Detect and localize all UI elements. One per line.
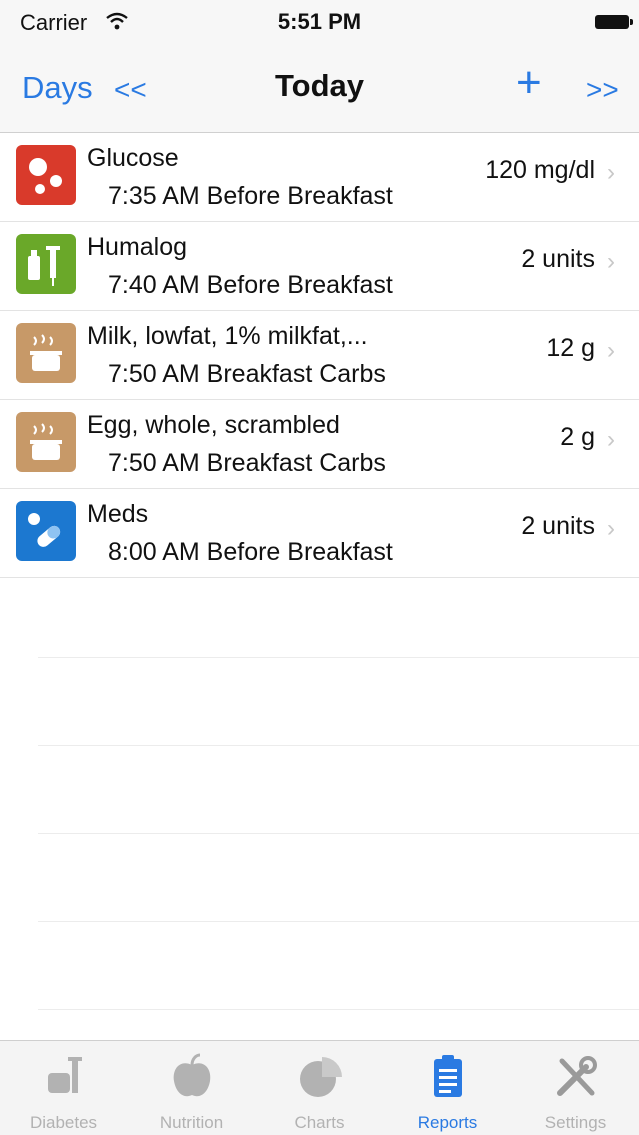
next-day-button[interactable]: >> — [586, 74, 619, 106]
clipboard-icon — [434, 1055, 462, 1097]
tab-diabetes[interactable]: Diabetes — [0, 1041, 127, 1135]
tab-nutrition[interactable]: Nutrition — [128, 1041, 255, 1135]
food-pot-icon — [16, 323, 76, 383]
chevron-right-icon: › — [607, 515, 615, 542]
empty-row-separator — [38, 833, 639, 834]
pie-chart-icon — [300, 1057, 342, 1097]
entry-value: 12 g — [546, 334, 595, 362]
entry-title: Humalog — [87, 233, 188, 261]
list-item[interactable]: Egg, whole, scrambled 7:50 AM Breakfast … — [0, 400, 639, 489]
empty-row-separator — [38, 1009, 639, 1010]
entry-title: Milk, lowfat, 1% milkfat,... — [87, 322, 368, 350]
tab-settings[interactable]: Settings — [512, 1041, 639, 1135]
diabetes-icon — [48, 1057, 82, 1093]
entry-value: 120 mg/dl — [485, 156, 595, 184]
chevron-right-icon: › — [607, 337, 615, 364]
entry-subtitle: 7:50 AM Breakfast Carbs — [108, 360, 386, 388]
entry-subtitle: 7:50 AM Breakfast Carbs — [108, 449, 386, 477]
list-item[interactable]: Humalog 7:40 AM Before Breakfast 2 units… — [0, 222, 639, 311]
tab-label: Settings — [544, 1113, 607, 1132]
status-time: 5:51 PM — [277, 9, 362, 34]
pills-icon — [16, 501, 76, 561]
chevron-right-icon: › — [607, 248, 615, 275]
insulin-icon — [16, 234, 76, 294]
entry-title: Glucose — [87, 144, 179, 172]
list-item[interactable]: Meds 8:00 AM Before Breakfast 2 units › — [0, 489, 639, 578]
food-pot-icon — [16, 412, 76, 472]
add-entry-button[interactable]: + — [516, 58, 542, 108]
chevron-right-icon: › — [607, 426, 615, 453]
empty-row-separator — [38, 745, 639, 746]
tab-charts[interactable]: Charts — [256, 1041, 383, 1135]
status-bar: Carrier 5:51 PM — [0, 0, 639, 44]
list-item[interactable]: Milk, lowfat, 1% milkfat,... 7:50 AM Bre… — [0, 311, 639, 400]
entry-value: 2 units — [521, 245, 595, 273]
entry-subtitle: 7:35 AM Before Breakfast — [108, 182, 393, 210]
battery-icon — [595, 15, 633, 29]
glucose-icon — [16, 145, 76, 205]
tab-label: Reports — [417, 1113, 478, 1132]
apple-icon — [173, 1053, 211, 1097]
list-item[interactable]: Glucose 7:35 AM Before Breakfast 120 mg/… — [0, 133, 639, 222]
nav-bar: Days << Today + >> — [0, 44, 639, 133]
page-title: Today — [275, 68, 364, 103]
entry-title: Egg, whole, scrambled — [87, 411, 340, 439]
days-button[interactable]: Days — [22, 70, 93, 106]
tab-label: Diabetes — [29, 1113, 98, 1132]
empty-row-separator — [38, 921, 639, 922]
entry-title: Meds — [87, 500, 149, 528]
chevron-right-icon: › — [607, 159, 615, 186]
entry-subtitle: 8:00 AM Before Breakfast — [108, 538, 393, 566]
tab-label: Charts — [294, 1113, 345, 1132]
previous-day-button[interactable]: << — [114, 74, 147, 106]
tab-reports[interactable]: Reports — [384, 1041, 511, 1135]
entries-list: Glucose 7:35 AM Before Breakfast 120 mg/… — [0, 133, 639, 578]
tab-bar: Diabetes Nutrition Charts Reports Settin… — [0, 1040, 639, 1135]
tab-label: Nutrition — [159, 1113, 224, 1132]
tools-icon — [557, 1056, 597, 1096]
empty-row-separator — [38, 657, 639, 658]
entry-subtitle: 7:40 AM Before Breakfast — [108, 271, 393, 299]
entry-value: 2 units — [521, 512, 595, 540]
entry-value: 2 g — [560, 423, 595, 451]
